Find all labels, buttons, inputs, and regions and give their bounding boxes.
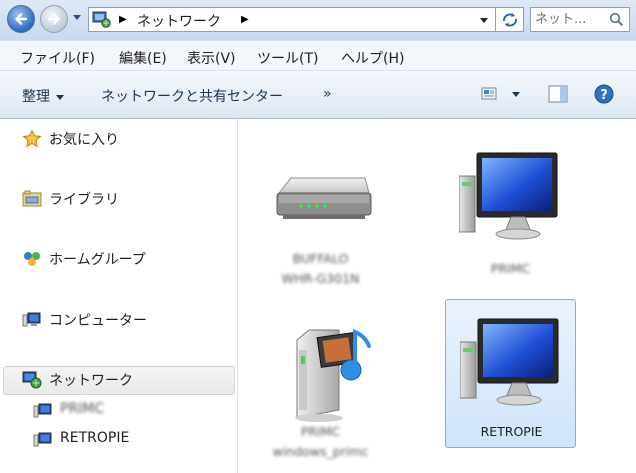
more-commands-button[interactable]: »	[323, 86, 332, 102]
menu-bar: ファイル(F) 編集(E) 表示(V) ツール(T) ヘルプ(H)	[0, 40, 636, 71]
tile-caption: PRIMC	[490, 261, 531, 276]
sidebar-item-label: コンピューター	[49, 313, 147, 329]
organize-button[interactable]: 整理	[22, 86, 64, 106]
address-bar: ▶ ネットワーク ▶	[0, 0, 636, 40]
sidebar-item-label: PRIMC	[60, 401, 105, 417]
address-dropdown-icon[interactable]	[479, 17, 489, 24]
network-computer-tile[interactable]: PRIMC	[445, 134, 576, 284]
tile-caption: windows_primc	[272, 444, 369, 459]
search-input[interactable]	[535, 10, 605, 29]
media-server-tile[interactable]: PRIMC windows_primc	[255, 296, 386, 459]
sidebar-item-label: ホームグループ	[49, 252, 146, 268]
arrow-right-icon	[47, 13, 60, 25]
chevron-down-icon	[56, 94, 64, 100]
network-icon	[92, 11, 111, 28]
tile-caption: WHR-G301N	[281, 271, 360, 286]
menu-file[interactable]: ファイル(F)	[20, 48, 95, 68]
refresh-icon	[503, 13, 517, 27]
network-computer-tile-retropie[interactable]: RETROPIE	[445, 299, 576, 448]
breadcrumb-network[interactable]: ネットワーク	[137, 11, 221, 31]
sidebar-item-label: ネットワーク	[49, 373, 133, 389]
media-server-icon	[295, 329, 371, 422]
computer-icon	[459, 152, 558, 240]
breadcrumb-separator-icon[interactable]: ▶	[119, 14, 127, 25]
help-icon[interactable]: ?	[594, 84, 614, 104]
search-box[interactable]	[530, 7, 630, 32]
network-device-tile[interactable]: BUFFALO WHR-G301N	[255, 134, 386, 286]
library-icon	[22, 190, 42, 207]
homegroup-icon	[24, 252, 40, 266]
recent-pages-dropdown-icon[interactable]	[72, 14, 82, 22]
tile-caption: RETROPIE	[480, 424, 543, 439]
view-dropdown-icon[interactable]	[512, 92, 520, 97]
menu-view[interactable]: 表示(V)	[187, 48, 236, 68]
forward-button[interactable]	[40, 5, 68, 33]
navigation-pane: お気に入り ライブラリ ホームグループ コンピューター ネットワーク PRIMC…	[0, 119, 238, 473]
preview-pane-icon[interactable]	[548, 85, 568, 103]
computer-icon	[33, 432, 52, 447]
tile-caption: PRIMC	[300, 424, 341, 439]
network-sharing-center-button[interactable]: ネットワークと共有センター	[101, 86, 283, 106]
menu-tools[interactable]: ツール(T)	[257, 48, 318, 68]
search-icon[interactable]	[609, 12, 624, 27]
sidebar-item-label: ライブラリ	[49, 192, 119, 208]
network-icon	[22, 371, 42, 389]
refresh-button[interactable]	[496, 7, 524, 32]
star-icon	[22, 129, 42, 148]
file-view: BUFFALO WHR-G301N PRIMC PRIMC windows_pr…	[238, 119, 636, 473]
router-icon	[276, 177, 372, 219]
tile-caption: BUFFALO	[292, 251, 349, 266]
svg-text:?: ?	[600, 88, 608, 103]
menu-help[interactable]: ヘルプ(H)	[341, 48, 404, 68]
back-button[interactable]	[7, 5, 35, 33]
command-bar: 整理 ネットワークと共有センター » ?	[0, 71, 636, 119]
menu-edit[interactable]: 編集(E)	[119, 48, 167, 68]
computer-icon	[33, 403, 52, 418]
arrow-left-icon	[15, 13, 28, 25]
organize-label: 整理	[22, 89, 50, 105]
computer-icon	[460, 318, 559, 406]
address-box[interactable]: ▶ ネットワーク ▶	[88, 7, 496, 32]
computer-icon	[22, 312, 41, 327]
view-options-icon[interactable]	[481, 87, 497, 101]
sidebar-item-label: RETROPIE	[60, 430, 130, 446]
sidebar-item-label: お気に入り	[49, 132, 119, 148]
breadcrumb-separator-icon[interactable]: ▶	[241, 14, 249, 25]
